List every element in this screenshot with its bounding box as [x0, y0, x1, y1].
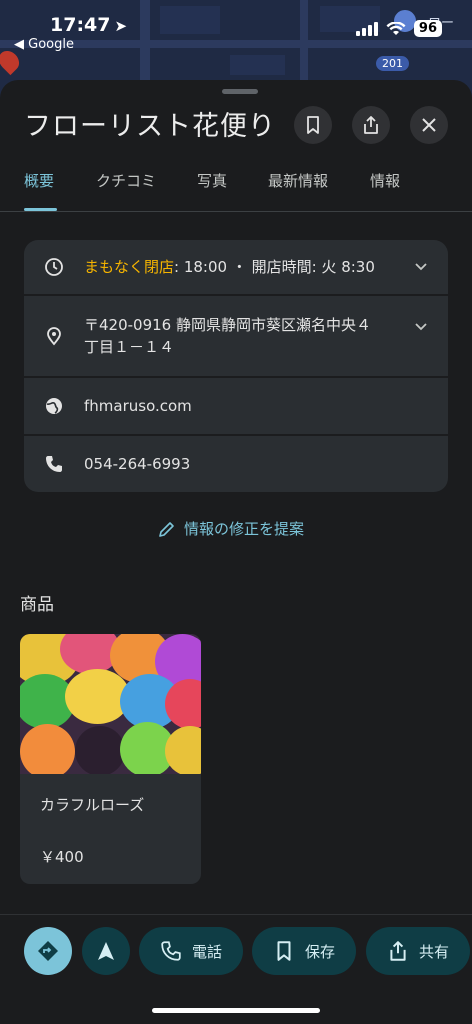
hours-detail: : 18:00 ・ 開店時間: 火 8:30 — [174, 258, 375, 276]
start-navigation-button[interactable] — [82, 927, 130, 975]
tab-overview[interactable]: 概要 — [24, 170, 54, 212]
map-block — [160, 6, 220, 34]
back-to-app-link[interactable]: ◀ Google — [14, 37, 74, 52]
place-sheet: フローリスト花便り 概要 クチコミ 写真 最新情報 情報 まもなく閉店: 18:… — [0, 80, 472, 1024]
phone-icon — [46, 456, 62, 472]
active-tab-indicator — [24, 208, 57, 211]
share-icon — [390, 941, 406, 961]
status-time: 17:47 ➤ — [50, 14, 127, 36]
tab-updates[interactable]: 最新情報 — [268, 170, 328, 212]
hours-row[interactable]: まもなく閉店: 18:00 ・ 開店時間: 火 8:30 — [24, 240, 448, 294]
product-card[interactable]: カラフルローズ ￥400 — [20, 634, 201, 884]
tab-reviews[interactable]: クチコミ — [96, 170, 156, 212]
address-text: 〒420-0916 静岡県静岡市葵区瀬名中央４ 丁目１－１４ — [84, 314, 404, 358]
pencil-icon — [159, 521, 174, 537]
phone-icon — [161, 941, 181, 961]
tab-about[interactable]: 情報 — [370, 170, 400, 212]
website-text: fhmaruso.com — [84, 397, 192, 415]
wifi-icon — [386, 21, 406, 35]
status-indicators: 96 — [355, 20, 442, 37]
place-title: フローリスト花便り — [24, 111, 276, 142]
address-line-2: 丁目１－１４ — [84, 338, 175, 356]
tab-bar: 概要 クチコミ 写真 最新情報 情報 — [0, 170, 472, 212]
clock-text: 17:47 — [50, 14, 111, 36]
phone-row[interactable]: 054-264-6993 — [24, 436, 448, 492]
clock-icon — [45, 258, 63, 276]
hours-status: まもなく閉店 — [84, 258, 175, 276]
chevron-down-icon — [415, 263, 427, 271]
website-row[interactable]: fhmaruso.com — [24, 378, 448, 434]
share-button[interactable] — [352, 106, 390, 144]
map-block — [230, 55, 285, 75]
globe-icon — [46, 398, 62, 414]
share-icon — [364, 116, 378, 134]
tab-photos[interactable]: 写真 — [197, 170, 227, 212]
hours-text: まもなく閉店: 18:00 ・ 開店時間: 火 8:30 — [84, 256, 375, 278]
location-arrow-icon: ➤ — [114, 17, 128, 35]
bookmark-icon — [307, 116, 319, 134]
close-icon — [422, 118, 436, 132]
product-name: カラフルローズ — [40, 796, 145, 814]
save-label: 保存 — [304, 942, 335, 961]
home-indicator[interactable] — [152, 1008, 320, 1013]
location-pin-icon — [47, 327, 61, 346]
close-button[interactable] — [410, 106, 448, 144]
address-row[interactable]: 〒420-0916 静岡県静岡市葵区瀬名中央４ 丁目１－１４ — [24, 296, 448, 376]
save-button[interactable]: 保存 — [252, 927, 356, 975]
phone-text: 054-264-6993 — [84, 455, 191, 473]
route-badge: 201 — [376, 56, 409, 71]
battery-indicator: 96 — [413, 20, 442, 37]
call-button[interactable]: 電話 — [139, 927, 243, 975]
bookmark-button[interactable] — [294, 106, 332, 144]
directions-button[interactable] — [24, 927, 72, 975]
address-line-1: 〒420-0916 静岡県静岡市葵区瀬名中央４ — [84, 316, 371, 334]
bookmark-icon — [277, 941, 291, 961]
directions-icon — [38, 941, 58, 961]
sheet-grabber[interactable] — [222, 89, 258, 94]
product-price: ￥400 — [40, 848, 84, 866]
share-label: 共有 — [418, 942, 449, 961]
product-image — [20, 634, 201, 774]
chevron-down-icon — [415, 323, 427, 331]
products-section-title: 商品 — [20, 595, 54, 615]
cellular-signal-icon — [355, 21, 378, 36]
share-action-button[interactable]: 共有 — [366, 927, 470, 975]
suggest-edit-link[interactable]: 情報の修正を提案 — [158, 518, 304, 539]
suggest-edit-label: 情報の修正を提案 — [184, 520, 305, 538]
call-label: 電話 — [191, 942, 222, 961]
navigation-arrow-icon — [98, 942, 114, 960]
